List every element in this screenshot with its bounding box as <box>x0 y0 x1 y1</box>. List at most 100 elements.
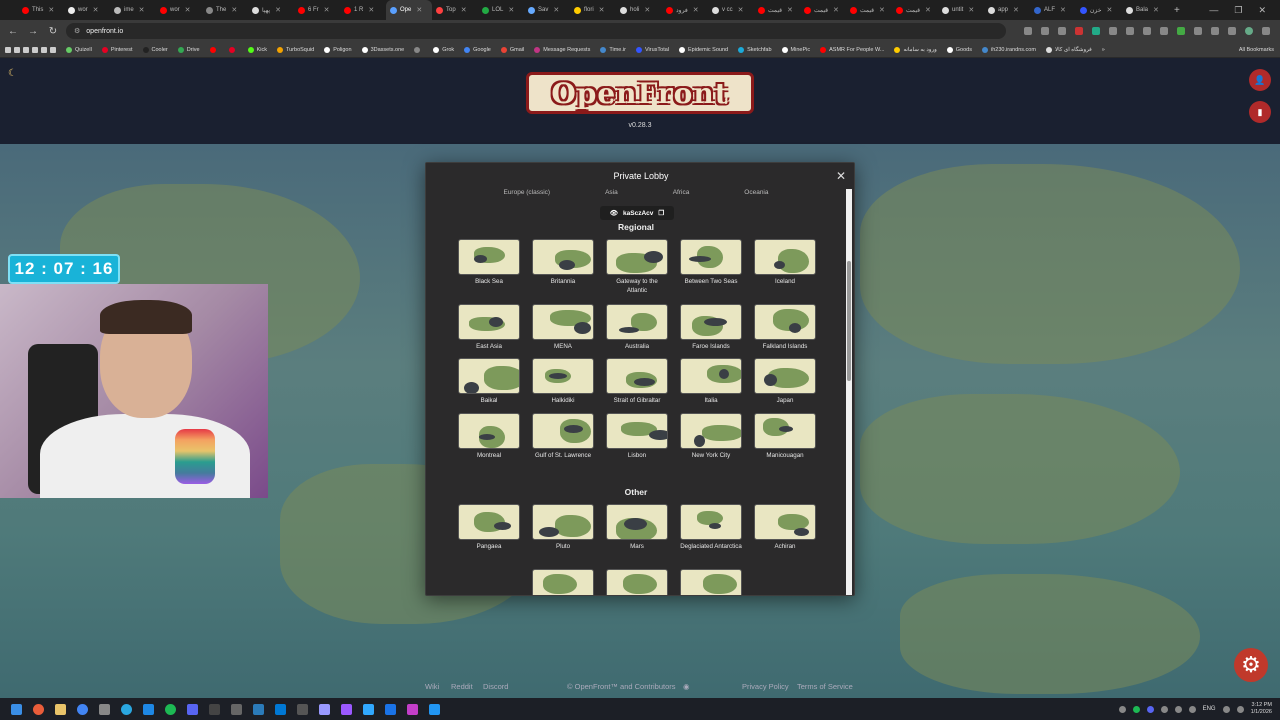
bookmark-item[interactable]: ASMR For People W... <box>815 46 889 53</box>
forward-icon[interactable]: → <box>26 26 40 37</box>
tab-close-icon[interactable]: ✕ <box>508 6 514 14</box>
discord-icon[interactable] <box>187 703 198 715</box>
github-icon[interactable]: ◉ <box>683 682 690 691</box>
bookmark-item[interactable]: Sketchfab <box>733 46 776 53</box>
extension-icon[interactable] <box>1160 27 1168 35</box>
browser-tab[interactable]: قیمت ✕ <box>800 0 846 20</box>
browser-tab[interactable]: 6 Fr ✕ <box>294 0 340 20</box>
extension-icon[interactable] <box>1194 27 1202 35</box>
wiki-link[interactable]: Wiki <box>425 682 439 691</box>
close-icon[interactable]: ✕ <box>836 169 846 183</box>
bookmark-item[interactable] <box>224 46 243 53</box>
app-icon[interactable] <box>143 703 154 715</box>
tab-close-icon[interactable]: ✕ <box>879 6 885 14</box>
reload-icon[interactable]: ↻ <box>46 26 60 37</box>
browser-tab[interactable]: Sav ✕ <box>524 0 570 20</box>
bookmark-item[interactable]: Kick <box>243 46 272 53</box>
browser-tab[interactable]: قیمت ✕ <box>846 0 892 20</box>
tray-icon[interactable] <box>1146 705 1154 713</box>
tab-close-icon[interactable]: ✕ <box>275 6 281 14</box>
wifi-icon[interactable] <box>1222 705 1230 713</box>
privacy-policy-link[interactable]: Privacy Policy <box>742 682 789 691</box>
map-thumbnail[interactable] <box>532 569 594 595</box>
browser-tab[interactable]: خزن ✕ <box>1076 0 1122 20</box>
tab-close-icon[interactable]: ✕ <box>461 6 467 14</box>
tray-icon[interactable] <box>1160 705 1168 713</box>
maximize-button[interactable]: ❐ <box>1234 5 1242 16</box>
clock[interactable]: 3:12 PM 1/1/2026 <box>1251 702 1272 716</box>
extension-icon[interactable] <box>1211 27 1219 35</box>
bookmark-item[interactable]: 3Dassets.one <box>357 46 410 53</box>
app-icon[interactable] <box>275 703 286 715</box>
bookmark-item[interactable]: Grok <box>428 46 459 53</box>
app-icon[interactable] <box>385 703 396 715</box>
extension-icon[interactable] <box>1143 27 1151 35</box>
map-card[interactable]: Montreal <box>458 413 520 461</box>
browser-tab[interactable]: ALF ✕ <box>1030 0 1076 20</box>
tab-close-icon[interactable]: ✕ <box>1106 6 1112 14</box>
map-card[interactable]: Baikal <box>458 358 520 406</box>
map-thumbnail[interactable] <box>606 569 668 595</box>
map-card[interactable]: Australia <box>606 304 668 352</box>
bookmark-item[interactable]: Poligon <box>319 46 356 53</box>
terms-of-service-link[interactable]: Terms of Service <box>797 682 853 691</box>
bookmark-item[interactable]: MinePic <box>777 46 816 53</box>
bookmark-item[interactable]: Drive <box>173 46 205 53</box>
app-icon[interactable] <box>407 703 418 715</box>
extension-icon[interactable] <box>1228 27 1236 35</box>
site-info-icon[interactable]: ⚙ <box>74 27 80 35</box>
bookmark-item[interactable]: Gmail <box>496 46 529 53</box>
browser-tab[interactable]: flori ✕ <box>570 0 616 20</box>
bookmark-item[interactable]: Pinterest <box>97 46 138 53</box>
app-icon[interactable] <box>297 703 308 715</box>
tab-close-icon[interactable]: ✕ <box>139 6 145 14</box>
bookmark-item[interactable]: TurboSquid <box>272 46 319 53</box>
tray-icon[interactable] <box>1188 705 1196 713</box>
map-card[interactable]: Manicouagan <box>754 413 816 461</box>
map-card[interactable]: Faroe Islands <box>680 304 742 352</box>
bookmark-item[interactable] <box>205 46 224 53</box>
more-bookmarks-icon[interactable]: » <box>1097 47 1110 53</box>
map-card[interactable]: Britannia <box>532 239 594 287</box>
map-card[interactable]: East Asia <box>458 304 520 352</box>
modal-scrollbar[interactable] <box>846 189 852 595</box>
language-indicator[interactable]: ENG <box>1203 706 1216 712</box>
map-card[interactable]: Achiran <box>754 504 816 552</box>
bookmark-item[interactable]: Message Requests <box>529 46 595 53</box>
map-card[interactable]: Pangaea <box>458 504 520 552</box>
extension-icon[interactable] <box>1075 27 1083 35</box>
bookmark-item[interactable]: Quizell <box>61 46 97 53</box>
chrome-icon[interactable] <box>77 703 88 715</box>
map-card[interactable]: Japan <box>754 358 816 406</box>
browser-tab[interactable]: wor ✕ <box>156 0 202 20</box>
tab-close-icon[interactable]: ✕ <box>833 6 839 14</box>
close-window-button[interactable]: ✕ <box>1258 5 1266 16</box>
tab-close-icon[interactable]: ✕ <box>1153 6 1159 14</box>
map-card[interactable]: MENA <box>532 304 594 352</box>
premiere-icon[interactable] <box>341 703 352 715</box>
browser-tab[interactable]: untit ✕ <box>938 0 984 20</box>
bookmark-item[interactable]: Epidemic Sound <box>674 46 733 53</box>
all-bookmarks-button[interactable]: All Bookmarks <box>1234 47 1280 53</box>
continent-africa[interactable]: Africa <box>673 189 690 201</box>
tray-icon[interactable] <box>1118 705 1126 713</box>
tab-close-icon[interactable]: ✕ <box>231 6 237 14</box>
browser-tab[interactable]: ime ✕ <box>110 0 156 20</box>
map-card[interactable]: Strait of Gibraltar <box>606 358 668 406</box>
volume-icon[interactable] <box>1236 705 1244 713</box>
settings-gear-button[interactable]: ⚙ <box>1234 648 1268 682</box>
map-card[interactable]: Gateway to the Atlantic <box>606 239 668 295</box>
browser-tab[interactable]: This ✕ <box>18 0 64 20</box>
browser-tab[interactable]: wor ✕ <box>64 0 110 20</box>
bookmark-item[interactable]: ورود به سامانه <box>889 46 941 53</box>
tab-close-icon[interactable]: ✕ <box>48 6 54 14</box>
bookmark-item[interactable]: Google <box>459 46 496 53</box>
browser-tab[interactable]: v cc ✕ <box>708 0 754 20</box>
stats-button[interactable]: ▮ <box>1249 101 1271 123</box>
map-card[interactable]: Italia <box>680 358 742 406</box>
bookmark-item[interactable]: ih230.irandns.com <box>977 46 1041 53</box>
minimize-button[interactable]: — <box>1209 5 1218 15</box>
dark-mode-icon[interactable]: ☾ <box>8 68 17 79</box>
tab-close-icon[interactable]: ✕ <box>368 6 374 14</box>
map-card[interactable]: Lisbon <box>606 413 668 461</box>
